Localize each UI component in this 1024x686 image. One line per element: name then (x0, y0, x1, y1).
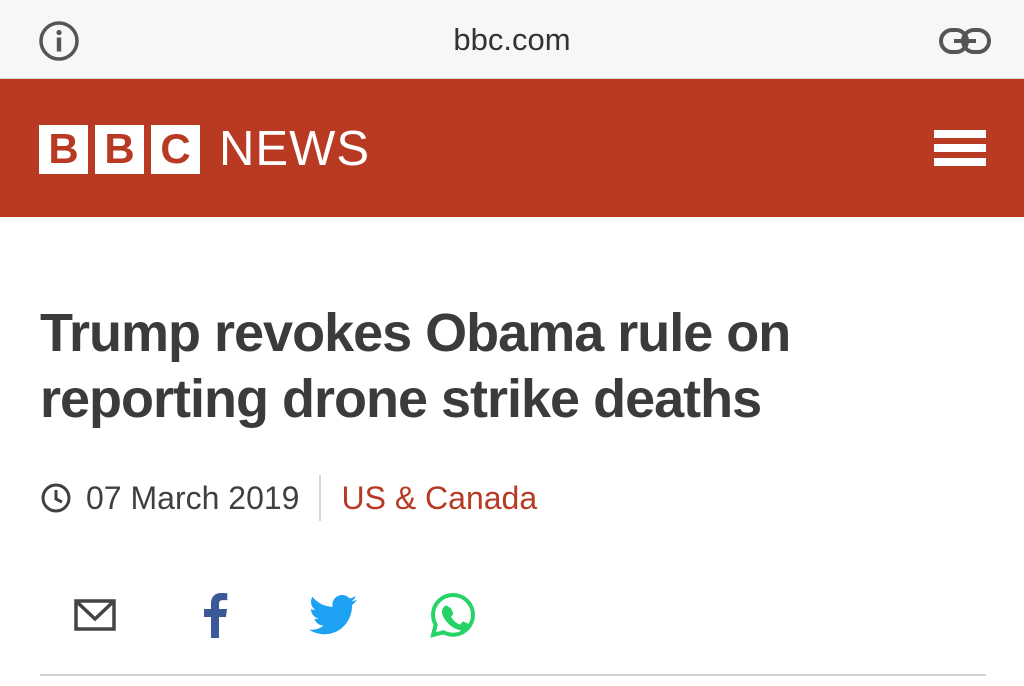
logo-word-news: NEWS (219, 122, 370, 176)
meta-divider (319, 475, 322, 521)
link-icon[interactable] (938, 26, 992, 56)
share-bar (0, 590, 1024, 640)
email-share-button[interactable] (70, 590, 120, 640)
clock-icon (41, 483, 71, 513)
twitter-share-button[interactable] (308, 590, 358, 640)
whatsapp-icon (430, 592, 476, 638)
logo-block-b1: B (39, 124, 88, 174)
logo-block-b2: B (95, 124, 144, 174)
section-link[interactable]: US & Canada (341, 480, 537, 517)
facebook-share-button[interactable] (190, 590, 240, 640)
bbc-news-logo[interactable]: B B C NEWS (39, 122, 370, 176)
logo-block-c: C (151, 124, 200, 174)
url-text[interactable]: bbc.com (0, 22, 1024, 58)
browser-url-bar: bbc.com (0, 0, 1024, 79)
article-meta: 07 March 2019 US & Canada (40, 474, 537, 522)
divider-line (40, 674, 986, 676)
twitter-icon (309, 595, 357, 635)
article-date: 07 March 2019 (86, 479, 300, 516)
article-headline: Trump revokes Obama rule on reporting dr… (40, 303, 791, 429)
email-icon (74, 599, 116, 631)
hamburger-menu-icon[interactable] (934, 130, 986, 170)
bbc-news-header: B B C NEWS (0, 79, 1024, 217)
facebook-icon (204, 593, 228, 638)
whatsapp-share-button[interactable] (428, 590, 478, 640)
